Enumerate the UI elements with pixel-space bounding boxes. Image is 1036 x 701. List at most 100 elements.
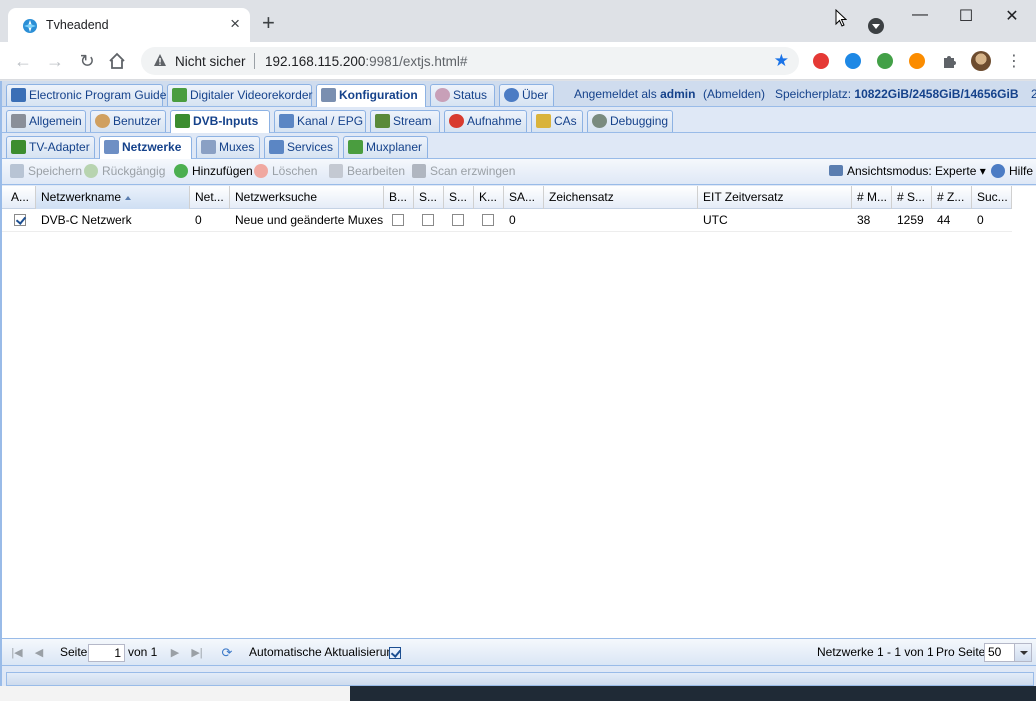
muxes-cell[interactable]: 38 bbox=[852, 210, 892, 232]
new-tab-button[interactable]: + bbox=[262, 12, 275, 34]
tab-close-icon[interactable]: × bbox=[230, 15, 240, 33]
help-button[interactable]: Hilfe bbox=[991, 164, 1033, 178]
delete-button[interactable]: Löschen bbox=[254, 164, 317, 178]
security-label[interactable]: Nicht sicher bbox=[175, 54, 246, 69]
save-button[interactable]: Speichern bbox=[10, 164, 82, 178]
bookmark-star-icon[interactable]: ★ bbox=[774, 51, 789, 71]
column-header-eit-offset[interactable]: EIT Zeitversatz bbox=[698, 186, 852, 209]
eit-offset-cell[interactable]: UTC bbox=[698, 210, 852, 232]
b-cell[interactable] bbox=[384, 210, 414, 232]
prev-page-icon[interactable]: ◀ bbox=[32, 646, 46, 660]
tab-mux-scheduler[interactable]: Muxplaner bbox=[343, 136, 428, 158]
success-cell[interactable]: 0 bbox=[972, 210, 1012, 232]
network-name-cell[interactable]: DVB-C Netzwerk bbox=[36, 210, 190, 232]
green-extension-icon[interactable] bbox=[877, 53, 893, 69]
tab-general[interactable]: Allgemein bbox=[6, 110, 86, 132]
column-header-muxes[interactable]: # M... bbox=[852, 186, 892, 209]
tab-users[interactable]: Benutzer bbox=[90, 110, 166, 132]
browser-tab[interactable]: Tvheadend × bbox=[8, 8, 250, 42]
column-header-enabled[interactable]: A... bbox=[6, 186, 36, 209]
tab-epg[interactable]: Electronic Program Guide bbox=[6, 84, 166, 106]
edit-button[interactable]: Bearbeiten bbox=[329, 164, 405, 178]
next-page-icon[interactable]: ▶ bbox=[168, 646, 182, 660]
table-row[interactable]: DVB-C Netzwerk 0 Neue und geänderte Muxe… bbox=[2, 210, 1012, 232]
messenger-extension-icon[interactable] bbox=[845, 53, 861, 69]
enabled-checkbox[interactable] bbox=[14, 213, 26, 226]
view-mode-dropdown[interactable]: Ansichtsmodus: Experte ▾ bbox=[829, 164, 986, 178]
reload-icon[interactable]: ↻ bbox=[76, 50, 98, 72]
tab-configuration[interactable]: Konfiguration bbox=[316, 84, 426, 107]
column-header-services[interactable]: # S... bbox=[892, 186, 932, 209]
b-checkbox[interactable] bbox=[392, 213, 404, 226]
tab-cas[interactable]: CAs bbox=[531, 110, 583, 132]
column-header-net[interactable]: Net... bbox=[190, 186, 230, 209]
s1-cell[interactable] bbox=[414, 210, 444, 232]
charset-cell[interactable] bbox=[544, 210, 698, 232]
close-window-button[interactable]: ✕ bbox=[989, 6, 1035, 26]
extensions-puzzle-icon[interactable] bbox=[941, 53, 957, 69]
column-header-network-name[interactable]: Netzwerkname bbox=[36, 186, 190, 209]
tab-channel-epg[interactable]: Kanal / EPG bbox=[274, 110, 366, 132]
enabled-cell[interactable] bbox=[6, 210, 36, 232]
s2-cell[interactable] bbox=[444, 210, 474, 232]
first-page-icon[interactable]: |◀ bbox=[10, 646, 24, 660]
last-page-icon[interactable]: ▶| bbox=[190, 646, 204, 660]
column-header-network-discovery[interactable]: Netzwerksuche bbox=[230, 186, 384, 209]
tab-stream[interactable]: Stream bbox=[370, 110, 440, 132]
column-header-k[interactable]: K... bbox=[474, 186, 504, 209]
column-header-success[interactable]: Suc... bbox=[972, 186, 1012, 209]
url-text[interactable]: 192.168.115.200:9981/extjs.html# bbox=[265, 54, 467, 69]
net-cell[interactable]: 0 bbox=[190, 210, 230, 232]
back-arrow-icon[interactable]: ← bbox=[12, 50, 34, 72]
minimize-button[interactable]: — bbox=[897, 6, 943, 24]
per-page-select[interactable]: 50 bbox=[984, 643, 1032, 662]
k-checkbox[interactable] bbox=[482, 213, 494, 226]
tab-services[interactable]: Services bbox=[264, 136, 339, 158]
channels-cell[interactable]: 44 bbox=[932, 210, 972, 232]
undo-button[interactable]: Rückgängig bbox=[84, 164, 165, 178]
chrome-menu-icon[interactable]: ⋮ bbox=[1006, 51, 1022, 71]
adblock-extension-icon[interactable] bbox=[813, 53, 829, 69]
column-header-charset[interactable]: Zeichensatz bbox=[544, 186, 698, 209]
logout-link[interactable]: (Abmelden) bbox=[703, 87, 765, 101]
tab-debugging[interactable]: Debugging bbox=[587, 110, 673, 132]
network-discovery-cell[interactable]: Neue und geänderte Muxes bbox=[230, 210, 384, 232]
add-button[interactable]: Hinzufügen bbox=[174, 164, 253, 178]
orange-extension-icon[interactable] bbox=[909, 53, 925, 69]
maximize-button[interactable]: ☐ bbox=[943, 6, 989, 26]
auto-refresh-checkbox[interactable] bbox=[389, 646, 401, 659]
tab-tv-adapter[interactable]: TV-Adapter bbox=[6, 136, 95, 158]
tab-status[interactable]: Status bbox=[430, 84, 495, 106]
home-icon[interactable] bbox=[108, 52, 126, 70]
page-number-input[interactable]: 1 bbox=[88, 644, 125, 662]
auto-refresh-checkbox-wrap[interactable] bbox=[389, 646, 401, 660]
warning-icon[interactable] bbox=[153, 53, 167, 67]
tab-muxes[interactable]: Muxes bbox=[196, 136, 260, 158]
column-header-b[interactable]: B... bbox=[384, 186, 414, 209]
tab-about[interactable]: Über bbox=[499, 84, 554, 106]
force-scan-button[interactable]: Scan erzwingen bbox=[412, 164, 515, 178]
column-header-sa[interactable]: SA... bbox=[504, 186, 544, 209]
tab-networks[interactable]: Netzwerke bbox=[99, 136, 192, 159]
profile-avatar[interactable] bbox=[971, 51, 991, 71]
refresh-icon[interactable]: ⟳ bbox=[220, 646, 234, 660]
column-header-channels[interactable]: # Z... bbox=[932, 186, 972, 209]
sa-cell[interactable]: 0 bbox=[504, 210, 544, 232]
taskbar-search-box[interactable] bbox=[0, 686, 350, 701]
tab-dvb-inputs[interactable]: DVB-Inputs bbox=[170, 110, 270, 133]
tab-recording[interactable]: Aufnahme bbox=[444, 110, 527, 132]
k-cell[interactable] bbox=[474, 210, 504, 232]
tab-search-icon[interactable] bbox=[868, 18, 884, 34]
s1-checkbox[interactable] bbox=[422, 213, 434, 226]
address-bar[interactable]: Nicht sicher 192.168.115.200:9981/extjs.… bbox=[141, 47, 799, 75]
forward-arrow-icon[interactable]: → bbox=[44, 50, 66, 72]
add-icon bbox=[174, 164, 188, 178]
tab-dvr[interactable]: Digitaler Videorekorder bbox=[167, 84, 313, 106]
column-header-s2[interactable]: S... bbox=[444, 186, 474, 209]
services-cell[interactable]: 1259 bbox=[892, 210, 932, 232]
chevron-down-icon[interactable] bbox=[1014, 644, 1031, 661]
bottom-log-panel[interactable] bbox=[6, 672, 1034, 686]
s2-checkbox[interactable] bbox=[452, 213, 464, 226]
column-header-s1[interactable]: S... bbox=[414, 186, 444, 209]
add-label: Hinzufügen bbox=[192, 164, 253, 178]
